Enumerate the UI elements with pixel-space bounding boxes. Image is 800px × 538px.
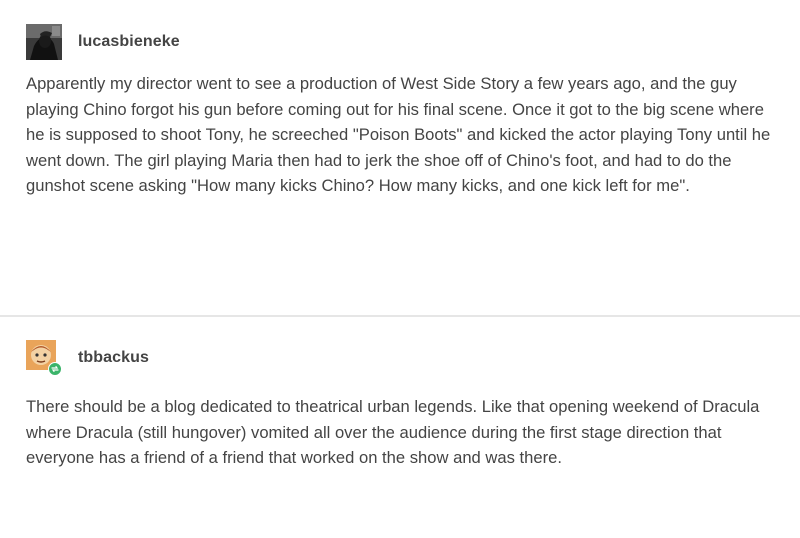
username[interactable]: tbbackus: [78, 349, 149, 367]
post-body-text: There should be a blog dedicated to thea…: [26, 397, 760, 467]
post-lucasbieneke: lucasbieneke Apparently my director went…: [0, 0, 800, 316]
user-avatar-cartoon-icon[interactable]: [26, 340, 62, 376]
reblog-badge-icon: [48, 362, 62, 376]
post-header: tbbackus: [26, 340, 149, 376]
username[interactable]: lucasbieneke: [78, 33, 180, 51]
post-divider: [0, 315, 800, 317]
user-avatar-dark-icon[interactable]: [26, 24, 62, 60]
post-header: lucasbieneke: [26, 24, 180, 60]
post-body-text: Apparently my director went to see a pro…: [26, 74, 771, 195]
post-tbbackus: tbbackus There should be a blog dedicate…: [0, 318, 800, 538]
